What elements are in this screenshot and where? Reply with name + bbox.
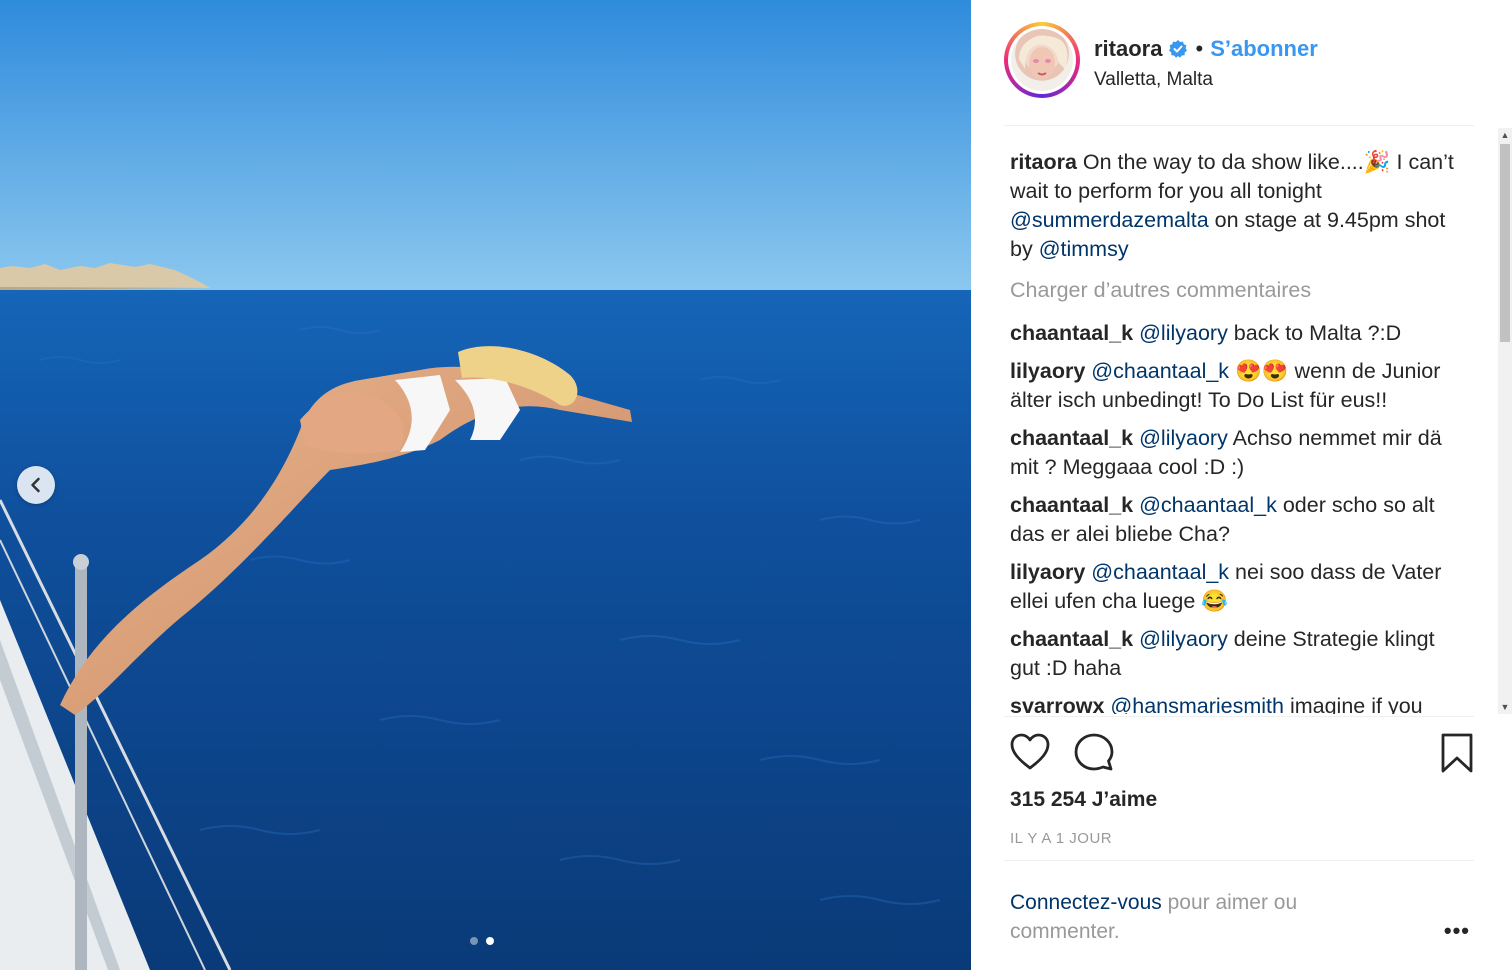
comment-username[interactable]: svarrowx [1010, 694, 1104, 714]
comment-username[interactable]: chaantaal_k [1010, 493, 1133, 517]
comment-username[interactable]: lilyaory [1010, 359, 1085, 383]
post-header: ritaora • S’abonner Valletta, Malta [1004, 22, 1474, 126]
username[interactable]: ritaora [1094, 36, 1162, 62]
comment-mention[interactable]: @lilyaory [1139, 321, 1228, 345]
post-actions [1004, 716, 1474, 773]
scroll-up-arrow-icon[interactable]: ▲ [1498, 128, 1512, 142]
comment-mention[interactable]: @lilyaory [1139, 627, 1228, 651]
comment-item: chaantaal_k @lilyaory Achso nemmet mir d… [1010, 424, 1462, 482]
scroll-down-arrow-icon[interactable]: ▼ [1498, 700, 1512, 714]
caption-mention[interactable]: @summerdazemalta [1010, 208, 1209, 232]
comment-text: back to Malta ?:D [1227, 321, 1402, 345]
avatar-image [1011, 29, 1073, 91]
scrollbar-thumb[interactable] [1500, 144, 1510, 342]
post-photo[interactable] [0, 0, 971, 970]
caption-text: On the way to da show like.... [1082, 150, 1364, 174]
comment-item: chaantaal_k @chaantaal_k oder scho so al… [1010, 491, 1462, 549]
comment-mention[interactable]: @lilyaory [1139, 426, 1228, 450]
avatar[interactable] [1004, 22, 1080, 98]
party-emoji: 🎉 [1363, 150, 1391, 174]
divider [1004, 860, 1474, 861]
comment-username[interactable]: chaantaal_k [1010, 627, 1133, 651]
caption-mention[interactable]: @timmsy [1039, 237, 1129, 261]
comment-icon [1074, 733, 1114, 771]
comment-mention[interactable]: @chaantaal_k [1091, 359, 1229, 383]
bookmark-icon [1441, 733, 1473, 773]
login-link[interactable]: Connectez-vous [1010, 891, 1162, 914]
more-options-button[interactable]: ••• [1444, 918, 1470, 944]
login-prompt: Connectez-vous pour aimer ou commenter. [1010, 888, 1350, 946]
load-more-comments-button[interactable]: Charger d’autres commentaires [1010, 276, 1462, 305]
comment-username[interactable]: chaantaal_k [1010, 321, 1133, 345]
comment-mention[interactable]: @chaantaal_k [1091, 560, 1229, 584]
carousel-indicator [470, 937, 494, 945]
comment-text: imagine if you [1283, 694, 1423, 714]
comment-item: chaantaal_k @lilyaory deine Strategie kl… [1010, 625, 1462, 683]
heart-icon [1010, 733, 1050, 770]
chevron-left-icon [31, 477, 40, 493]
likes-count[interactable]: 315 254 J’aime [1010, 788, 1157, 812]
comment-mention[interactable]: @hansmariesmith [1110, 694, 1284, 714]
comments-scrollbar[interactable]: ▲ ▼ [1498, 128, 1512, 714]
save-button[interactable] [1441, 733, 1473, 778]
comment-item: svarrowx @hansmariesmith imagine if you [1010, 692, 1462, 714]
comment-mention[interactable]: @chaantaal_k [1139, 493, 1277, 517]
separator-dot: • [1195, 36, 1204, 61]
verified-badge-icon [1169, 40, 1188, 58]
follow-button[interactable]: S’abonner [1210, 36, 1318, 62]
carousel-prev-button[interactable] [17, 466, 55, 504]
post-caption: ritaora On the way to da show like....🎉 … [1010, 148, 1462, 264]
diving-photo [0, 0, 971, 970]
location-link[interactable]: Valletta, Malta [1094, 69, 1213, 91]
like-button[interactable] [1010, 733, 1050, 776]
comment-item: lilyaory @chaantaal_k nei soo dass de Va… [1010, 558, 1462, 616]
caption-username[interactable]: ritaora [1010, 150, 1077, 174]
post-side-panel: ritaora • S’abonner Valletta, Malta rita… [971, 0, 1512, 970]
comment-username[interactable]: lilyaory [1010, 560, 1085, 584]
post-timestamp[interactable]: IL Y A 1 JOUR [1010, 830, 1112, 847]
comment-button[interactable] [1074, 733, 1114, 776]
comment-item: chaantaal_k @lilyaory back to Malta ?:D [1010, 319, 1462, 348]
carousel-dot [470, 937, 478, 945]
carousel-dot-active [486, 937, 494, 945]
comment-username[interactable]: chaantaal_k [1010, 426, 1133, 450]
comment-item: lilyaory @chaantaal_k 😍😍 wenn de Junior … [1010, 357, 1462, 415]
comments-list[interactable]: ritaora On the way to da show like....🎉 … [1010, 148, 1462, 714]
